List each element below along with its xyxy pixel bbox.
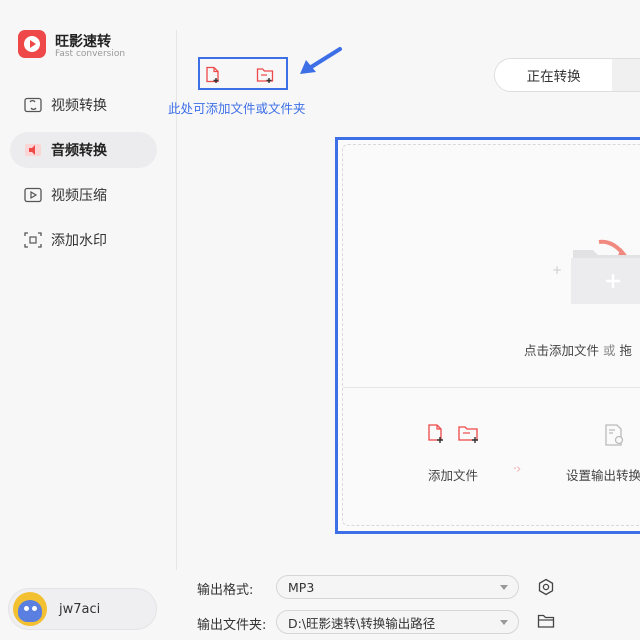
dropzone-instruction: 点击添加文件或拖 [524,340,632,359]
add-folder-icon[interactable] [256,66,274,84]
output-folder-label: 输出文件夹: [197,618,267,633]
sidebar-item-video-compress[interactable]: 视频压缩 [10,177,157,213]
add-folder-icon [458,426,478,443]
output-format-select[interactable]: MP3 [276,575,519,599]
sidebar-item-audio-convert[interactable]: 音频转换 [10,132,157,168]
user-profile[interactable]: jw7aci [8,588,157,630]
sidebar-item-watermark[interactable]: 添加水印 [10,222,157,258]
audio-convert-icon [24,142,42,158]
avatar [13,592,47,626]
watermark-icon [24,232,42,248]
tab-converting[interactable]: 正在转换 [495,59,613,91]
add-file-icon[interactable] [204,66,222,84]
output-folder-value: D:\旺影速转\转换输出路径 [288,615,436,631]
add-hint-text: 此处可添加文件或文件夹 [168,101,306,116]
dropzone-divider [343,387,640,388]
instruction-or: 或 [603,343,616,358]
instruction-drag: 拖 [619,343,633,358]
output-folder-select[interactable]: D:\旺影速转\转换输出路径 [276,610,519,634]
open-folder-icon[interactable] [537,612,555,630]
app-name: 旺影速转 [55,34,111,50]
instruction-add: 点击添加文件 [524,343,600,358]
app-logo [18,30,46,58]
step-output-label: 设置输出转换 [566,468,640,483]
sidebar-item-video-convert[interactable]: 视频转换 [10,87,157,123]
format-settings-icon[interactable] [537,578,555,596]
folder-upload-icon[interactable] [571,238,640,304]
step-add-file-icons [427,423,487,449]
output-settings-icon [603,423,627,451]
output-format-label: 输出格式: [197,583,254,598]
sparkle-icon: + [552,263,563,277]
step-add-file-label: 添加文件 [428,468,479,483]
chevron-down-icon [500,620,508,625]
step-arrow-icon: ·› [513,462,521,477]
add-file-icon [428,424,443,443]
user-name: jw7aci [59,601,101,617]
add-toolbar-highlight [198,57,288,90]
tab-completed[interactable] [612,59,640,91]
pointer-arrow-icon [300,47,342,74]
chevron-down-icon [500,585,508,590]
status-tabs: 正在转换 [494,58,640,92]
sidebar-item-label: 视频压缩 [51,188,107,204]
app-subtitle: Fast conversion [55,49,126,59]
sidebar-item-label: 添加水印 [51,233,107,249]
sidebar: 旺影速转 Fast conversion 视频转换 音频转换 视频压缩 添加水印… [0,0,172,640]
video-convert-icon [24,97,42,113]
sidebar-item-label: 音频转换 [51,143,107,159]
sidebar-item-label: 视频转换 [51,98,107,114]
output-format-value: MP3 [288,579,315,595]
video-compress-icon [24,187,42,203]
